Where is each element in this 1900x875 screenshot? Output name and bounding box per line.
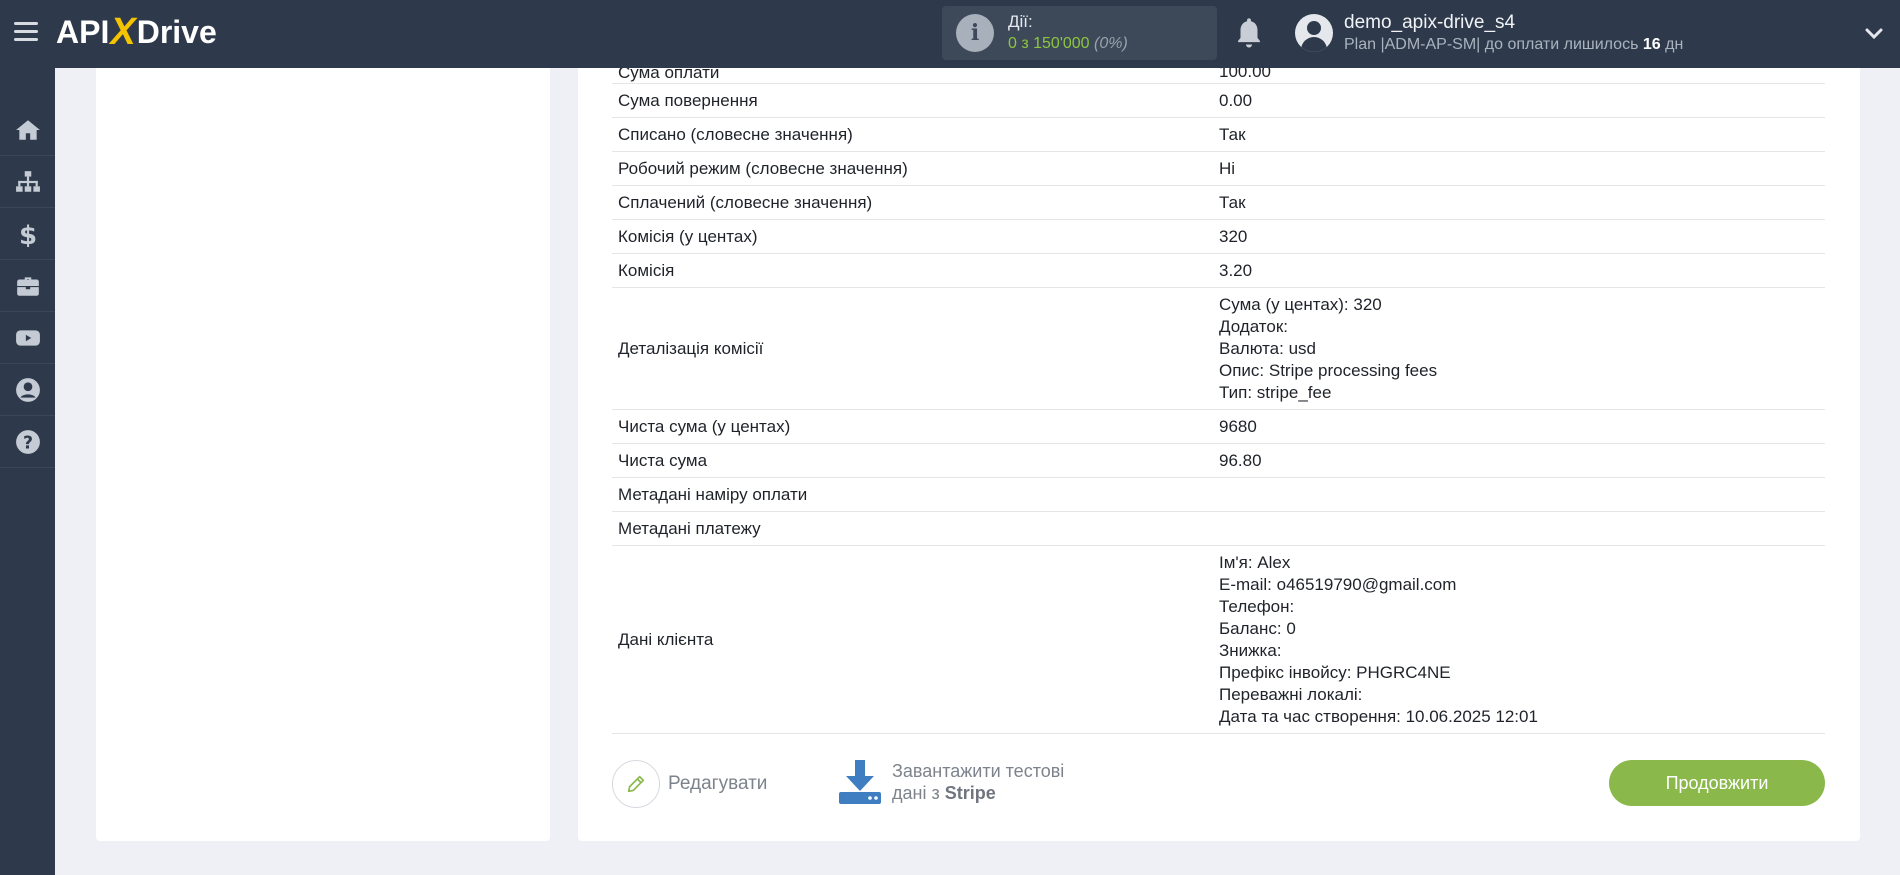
row-key: Комісія [618,260,675,280]
youtube-icon [15,329,40,346]
sitemap-icon [15,170,40,192]
sidebar-item-billing[interactable]: $ [0,208,55,260]
value-line: E-mail: o46519790@gmail.com [1219,574,1457,594]
table-row: Комісія (у центах) 320 [612,220,1825,254]
table-row: Сума оплати 100.00 [612,68,1825,84]
logo-drive-text: Drive [136,13,217,50]
row-value: 100.00 [1219,68,1271,81]
sidebar-item-connections[interactable] [0,156,55,208]
row-value [1219,512,1825,545]
actions-counter[interactable]: i Дії: 0 з 150'000 (0%) [942,6,1217,60]
value-line: Знижка: [1219,640,1282,660]
pencil-icon [627,775,645,793]
download-label: Завантажити тестові дані з Stripe [892,760,1064,804]
value-line: Ім'я: Alex [1219,552,1291,572]
actions-value: 0 з 150'000 (0%) [1008,35,1128,52]
row-key: Дані клієнта [618,629,714,649]
sidebar-item-services[interactable] [0,260,55,312]
value-line: Валюта: usd [1219,338,1316,358]
row-key: Метадані платежу [618,518,761,538]
sidebar-item-video[interactable] [0,312,55,364]
table-row: Метадані наміру оплати [612,478,1825,512]
row-key: Комісія (у центах) [618,226,758,246]
row-value [1219,478,1825,511]
menu-icon[interactable] [14,22,38,42]
table-row: Сума повернення 0.00 [612,84,1825,118]
value-line: Тип: stripe_fee [1219,382,1332,402]
table-row: Чиста сума (у центах) 9680 [612,410,1825,444]
row-key: Сума повернення [618,90,758,110]
row-key: Чиста сума (у центах) [618,416,791,436]
table-row: Робочий режим (словесне значення) Ні [612,152,1825,186]
download-test-data-button[interactable]: Завантажити тестові дані з Stripe [836,758,1064,806]
table-row: Комісія 3.20 [612,254,1825,288]
row-key: Деталізація комісії [618,338,764,358]
download-icon [839,760,881,804]
value-line: Переважні локалі: [1219,684,1363,704]
apix-drive-logo[interactable]: API X Drive [56,10,217,53]
row-value: 3.20 [1219,260,1253,280]
row-value: 320 [1219,226,1248,246]
value-line: Префікс інвойсу: PHGRC4NE [1219,662,1451,682]
main-panel: Сума оплати 100.00 Сума повернення 0.00 С… [578,68,1860,841]
value-line: Додаток: [1219,316,1288,336]
svg-text:?: ? [22,433,32,453]
logo-api-text: API [56,13,110,50]
row-key: Метадані наміру оплати [618,484,808,504]
user-circle-icon [15,377,40,402]
value-line: Опис: Stripe processing fees [1219,360,1438,380]
download-line-1: Завантажити тестові [892,761,1065,781]
value-line: Телефон: [1219,596,1295,616]
briefcase-icon [16,276,39,296]
top-bar: API X Drive i Дії: 0 з 150'000 (0%) demo_a… [0,0,1900,68]
table-row: Метадані платежу [612,512,1825,546]
row-key: Сплачений (словесне значення) [618,192,873,212]
chevron-down-icon[interactable] [1864,24,1884,44]
value-line: Баланс: 0 [1219,618,1296,638]
question-icon: ? [15,429,40,454]
row-value: Ім'я: Alex E-mail: o46519790@gmail.com Т… [1219,546,1825,733]
row-key: Чиста сума [618,450,708,470]
row-key: Списано (словесне значення) [618,124,853,144]
sidebar-item-home[interactable] [0,104,55,156]
row-key: Робочий режим (словесне значення) [618,158,908,178]
avatar[interactable] [1295,14,1333,52]
info-icon: i [956,14,994,52]
continue-button[interactable]: Продовжити [1609,760,1825,806]
svg-text:$: $ [18,221,36,247]
row-value: Так [1219,124,1246,144]
value-line: Дата та час створення: 10.06.2025 12:01 [1219,706,1538,726]
table-row-fee-details: Деталізація комісії Сума (у центах): 320… [612,288,1825,410]
row-value: Сума (у центах): 320 Додаток: Валюта: us… [1219,288,1825,409]
bell-icon[interactable] [1234,16,1264,50]
edit-button[interactable]: Редагувати [612,760,767,808]
data-table: Сума оплати 100.00 Сума повернення 0.00 С… [612,68,1825,734]
row-value: 9680 [1219,416,1257,436]
edit-circle [612,760,660,808]
user-name: demo_apix-drive_s4 [1344,12,1516,33]
logo-x-text: X [110,10,136,53]
sidebar: $ ? [0,68,55,875]
user-info[interactable]: demo_apix-drive_s4 Plan |ADM-AP-SM| до о… [1344,12,1683,56]
table-row-customer: Дані клієнта Ім'я: Alex E-mail: o4651979… [612,546,1825,734]
sidebar-item-help[interactable]: ? [0,416,55,468]
row-value: Ні [1219,158,1236,178]
home-icon [15,119,40,140]
table-row: Списано (словесне значення) Так [612,118,1825,152]
left-panel [96,68,550,841]
download-line-2: дані з Stripe [892,783,996,803]
edit-label: Редагувати [668,773,768,794]
dollar-icon: $ [18,221,36,247]
plan-info: Plan |ADM-AP-SM| до оплати лишилось 16 д… [1344,36,1684,53]
actions-label: Дії: [1008,12,1033,31]
row-value: 96.80 [1219,450,1262,470]
table-row: Сплачений (словесне значення) Так [612,186,1825,220]
row-key: Сума оплати [618,68,720,82]
action-bar: Редагувати Завантажити тестові дані з St… [612,758,1825,818]
row-value: 0.00 [1219,90,1253,110]
table-row: Чиста сума 96.80 [612,444,1825,478]
sidebar-item-profile[interactable] [0,364,55,416]
value-line: Сума (у центах): 320 [1219,294,1382,314]
row-value: Так [1219,192,1246,212]
